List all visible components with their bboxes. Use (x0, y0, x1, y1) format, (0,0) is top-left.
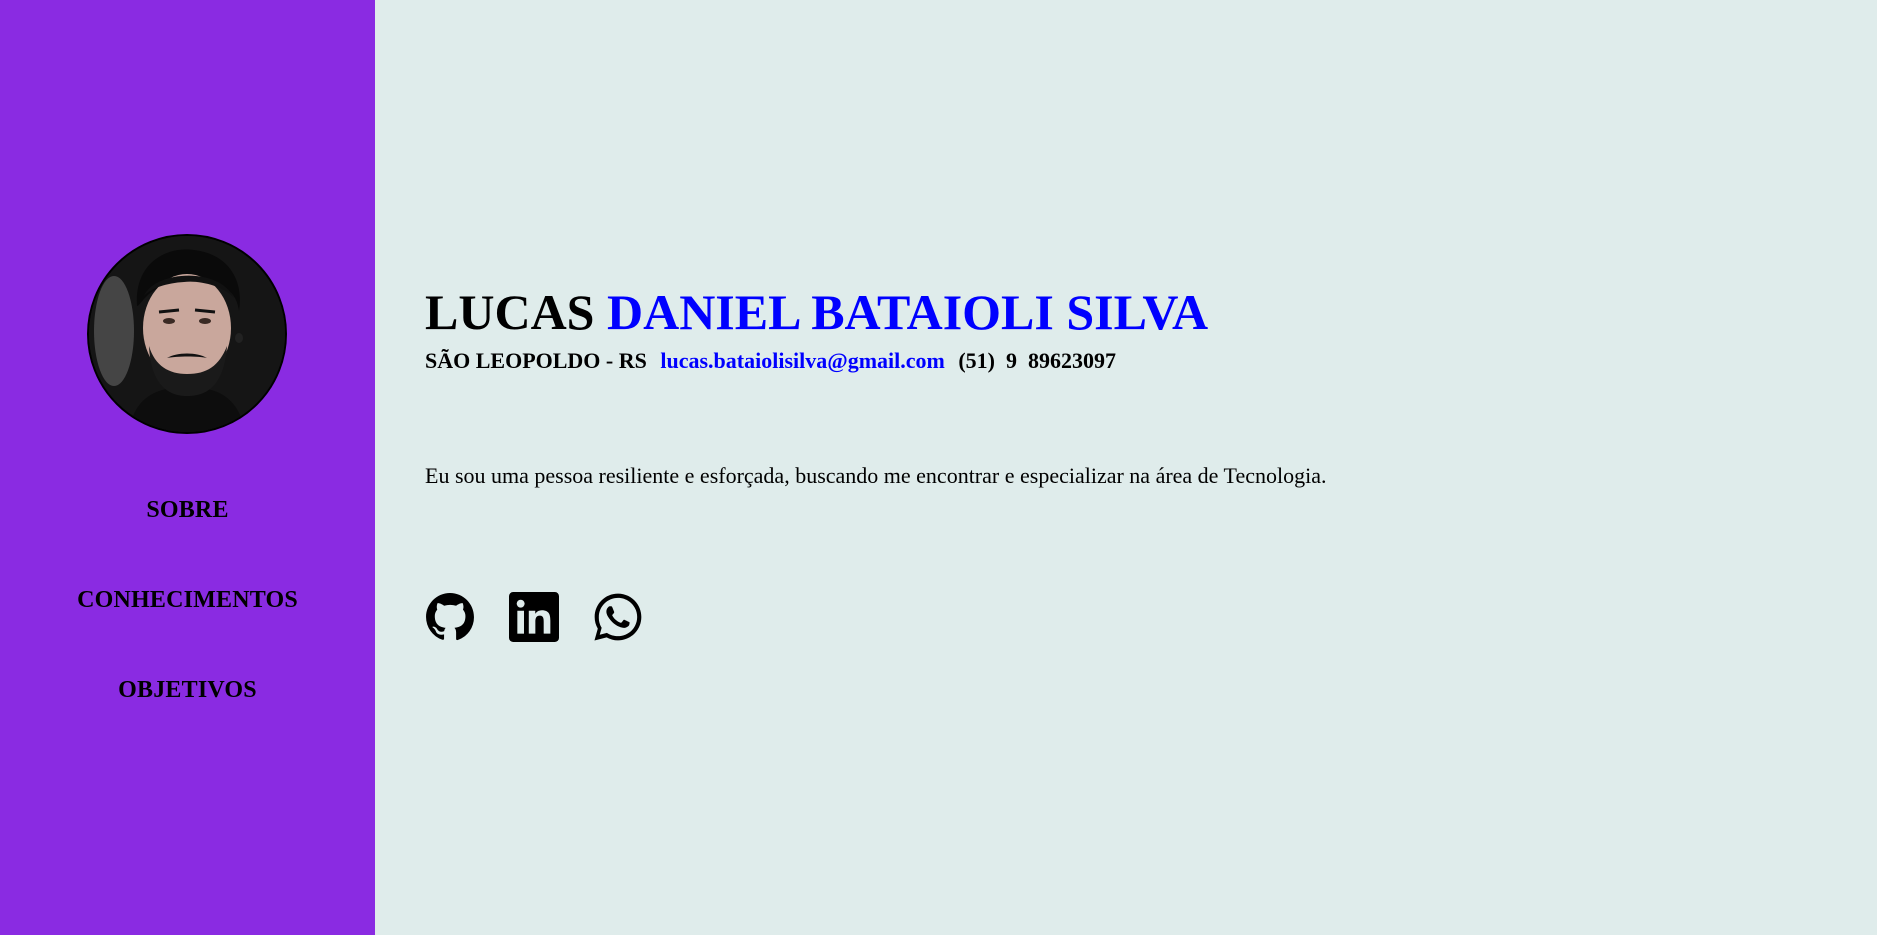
linkedin-icon (509, 592, 559, 642)
bio-text: Eu sou uma pessoa resiliente e esforçada… (425, 463, 1327, 488)
nav-item-sobre[interactable]: SOBRE (0, 495, 375, 525)
linkedin-link[interactable] (509, 592, 559, 642)
page-title: LUCAS DANIEL BATAIOLI SILVA (425, 282, 1208, 342)
nav-item-conhecimentos[interactable]: CONHECIMENTOS (0, 585, 375, 615)
main-content: LUCAS DANIEL BATAIOLI SILVA SÃO LEOPOLDO… (375, 0, 1877, 935)
github-link[interactable] (425, 592, 475, 642)
sidebar-nav: SOBRE CONHECIMENTOS OBJETIVOS (0, 495, 375, 765)
last-name: DANIEL BATAIOLI SILVA (606, 284, 1209, 340)
email-link[interactable]: lucas.bataiolisilva@gmail.com (660, 348, 944, 373)
location: SÃO LEOPOLDO - RS (425, 348, 647, 373)
whatsapp-icon (594, 593, 642, 641)
whatsapp-link[interactable] (593, 592, 643, 642)
avatar-photo (89, 236, 285, 432)
nav-item-objetivos[interactable]: OBJETIVOS (0, 675, 375, 705)
sidebar: SOBRE CONHECIMENTOS OBJETIVOS (0, 0, 375, 935)
social-links (425, 592, 643, 642)
phone: (51) 9 89623097 (958, 348, 1116, 373)
contact-line: SÃO LEOPOLDO - RS lucas.bataiolisilva@gm… (425, 346, 1116, 376)
page: SOBRE CONHECIMENTOS OBJETIVOS LUCAS DANI… (0, 0, 1877, 935)
github-icon (426, 593, 474, 641)
first-name: LUCAS (425, 284, 595, 340)
avatar (87, 234, 287, 434)
